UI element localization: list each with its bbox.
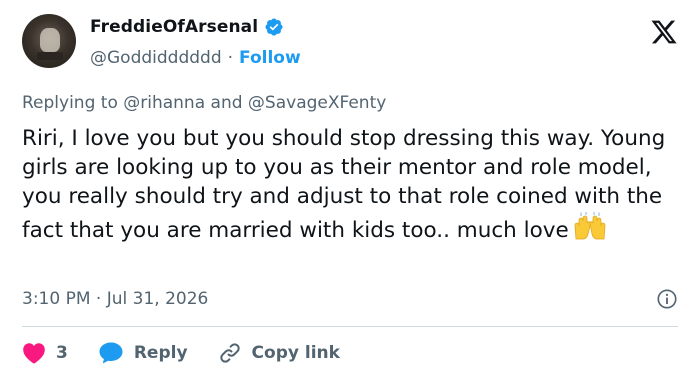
mention-savagexfenty[interactable]: @SavageXFenty [248, 93, 386, 113]
author-handle[interactable]: @Goddidddddd [90, 48, 222, 68]
replying-to-join: and [210, 93, 243, 113]
action-divider [22, 326, 678, 327]
avatar[interactable] [22, 14, 76, 68]
author-handle-row: @Goddidddddd · Follow [90, 48, 301, 68]
tweet-time: 3:10 PM [22, 289, 91, 309]
avatar-cup [37, 52, 63, 60]
mention-rihanna[interactable]: @rihanna [123, 93, 205, 113]
speech-bubble-icon [99, 342, 123, 364]
replying-to-line: Replying to @rihanna and @SavageXFenty [22, 93, 386, 113]
verified-badge-icon [265, 18, 283, 36]
author-name-row: FreddieOfArsenal [90, 17, 284, 37]
copy-link-button[interactable]: Copy link [218, 341, 340, 365]
info-icon[interactable] [656, 288, 678, 310]
tweet-date: Jul 31, 2026 [106, 289, 209, 309]
raising-hands-icon [574, 211, 606, 240]
tweet-body: Riri, I love you but you should stop dre… [22, 124, 682, 245]
x-logo-icon[interactable] [650, 18, 678, 46]
action-bar: 3 Reply Copy link [22, 338, 340, 368]
tweet-timestamp[interactable]: 3:10 PM · Jul 31, 2026 [22, 289, 208, 309]
tweet-text: Riri, I love you but you should stop dre… [22, 126, 666, 243]
separator-dot: · [227, 48, 234, 68]
follow-button[interactable]: Follow [239, 48, 301, 68]
reply-label: Reply [133, 343, 188, 363]
copy-link-label: Copy link [251, 343, 340, 363]
heart-icon [23, 343, 45, 364]
replying-to-label: Replying to [22, 93, 118, 113]
like-button[interactable]: 3 [22, 342, 68, 364]
timestamp-separator: · [95, 289, 102, 309]
author-display-name[interactable]: FreddieOfArsenal [90, 17, 258, 37]
reply-button[interactable]: Reply [98, 341, 188, 365]
like-count: 3 [56, 343, 68, 363]
link-icon [219, 343, 240, 363]
avatar-figure [40, 28, 60, 52]
